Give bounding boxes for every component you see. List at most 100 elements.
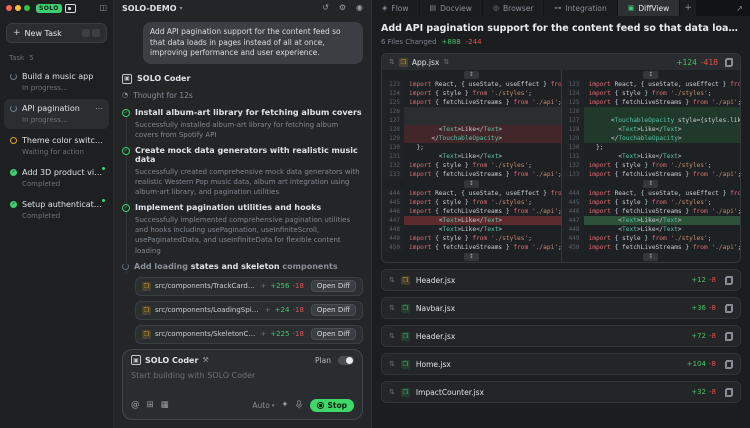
file-icon: ❒ (400, 387, 410, 397)
collapsed-file-row[interactable]: ⇅ ❒ ImpactCounter.jsx +32 -8 (381, 381, 741, 403)
agent-step-title-row[interactable]: ✓ Install album-art library for fetching … (122, 108, 363, 117)
copy-icon[interactable] (725, 331, 733, 341)
settings-icon[interactable]: ⚙ (339, 4, 346, 12)
app-logo-badge[interactable] (64, 3, 76, 13)
agent-step-title-row[interactable]: Add loading states and skeleton componen… (122, 262, 363, 271)
step-title: Create mock data generators with realist… (135, 145, 358, 164)
expand-diff-button[interactable]: ↕ (463, 71, 479, 79)
copy-icon[interactable] (725, 359, 733, 369)
task-sidebar: SOLO ◫ + New Task Task 5 Build a music a… (0, 0, 114, 428)
expand-diff-button[interactable]: ↕ (643, 253, 659, 261)
task-item[interactable]: ✓ Add 3D product viewer Completed (4, 163, 109, 193)
stop-button[interactable]: Stop (310, 399, 354, 412)
collapsed-file-row[interactable]: ⇅ ❒ Header.jsx +12 -8 (381, 269, 741, 291)
expand-handle-icon[interactable]: ⇅ (389, 332, 395, 340)
collapsed-file-row[interactable]: ⇅ ❒ Home.jsx +104 -8 (381, 353, 741, 375)
step-title: Implement pagination utilities and hooks (135, 203, 322, 213)
sidebar-toggle-icon[interactable]: ◫ (99, 4, 107, 12)
open-diff-button[interactable]: Open Diff (310, 328, 356, 341)
tab-flow[interactable]: ◈ Flow (372, 0, 419, 16)
reorder-icon[interactable]: ⇅ (443, 58, 449, 66)
task-item[interactable]: API pagination ⋯ In progress... (4, 99, 109, 129)
task-item[interactable]: Build a music app In progress... (4, 67, 109, 97)
task-item[interactable]: ✓ Setup authentication syste... Completed (4, 195, 109, 225)
tab-docview[interactable]: ▤ Docview (419, 0, 482, 16)
tasks-count: 5 (29, 54, 34, 62)
tab-browser[interactable]: ◎ Browser (482, 0, 544, 16)
line-number: 133 (382, 170, 404, 179)
code-line: 444 import React, { useState, useEffect }… (561, 189, 740, 198)
add-tab-button[interactable]: + (680, 0, 697, 16)
task-list: Build a music app In progress... API pagin… (0, 65, 113, 227)
code-text: <Text>Like</Text> (409, 226, 503, 233)
copy-icon[interactable] (725, 57, 733, 67)
history-icon[interactable]: ↺ (322, 4, 329, 12)
file-name: Home.jsx (415, 359, 451, 369)
expand-diff-button[interactable]: ↕ (463, 253, 479, 261)
task-item[interactable]: Theme color switching Waiting for action (4, 131, 109, 161)
changed-file-card[interactable]: ❒ src/components/LoadingSpinner.jsx++24-1… (135, 300, 363, 320)
expand-handle-icon[interactable]: ⇅ (389, 276, 395, 284)
expand-diff-button[interactable]: ↕ (643, 180, 659, 188)
code-line: 123 import React, { useState, useEffect }… (382, 80, 561, 89)
file-removed-count: -418 (700, 57, 718, 67)
mode-selector[interactable]: Auto ▾ (252, 401, 274, 410)
tab-label: Flow (391, 3, 409, 13)
tab-diffview[interactable]: ▣ DiffView (617, 0, 680, 16)
expand-diff-button[interactable]: ↕ (463, 180, 479, 188)
expand-handle-icon[interactable]: ⇅ (389, 388, 395, 396)
chat-panel: SOLO-DEMO ▾ ↺ ⚙ ◉ Add API pagination sup… (114, 0, 372, 428)
thought-row[interactable]: ◔ Thought for 12s (122, 91, 363, 100)
copy-icon[interactable] (725, 387, 733, 397)
expand-diff-button[interactable]: ↕ (643, 71, 659, 79)
collapse-handle-icon[interactable]: ⇅ (389, 58, 395, 66)
plan-toggle[interactable] (338, 355, 354, 365)
copy-icon[interactable] (725, 275, 733, 285)
agent-header: ▣ SOLO Coder (122, 73, 363, 84)
apps-grid-icon[interactable]: ⊞ (147, 401, 154, 410)
line-number: 450 (561, 243, 584, 252)
code-text: import React, { useState, useEffect } fr… (588, 81, 741, 88)
new-task-button[interactable]: + New Task (6, 23, 107, 43)
composer-input[interactable] (123, 367, 362, 397)
window-zoom-button[interactable] (24, 5, 30, 11)
task-title-row: Build a music app (10, 72, 103, 81)
account-icon[interactable]: ◉ (356, 4, 363, 12)
collapsed-file-row[interactable]: ⇅ ❒ Header.jsx +72 -8 (381, 325, 741, 347)
task-title: Build a music app (22, 72, 94, 81)
task-title-row: Theme color switching (10, 136, 103, 145)
tools-icon[interactable]: ⚒ (202, 356, 208, 364)
agent-step-title-row[interactable]: ✓ Create mock data generators with realis… (122, 146, 363, 164)
code-text: import { fetchLiveStreams } from './api'… (588, 208, 741, 215)
project-selector[interactable]: SOLO-DEMO ▾ (122, 4, 183, 13)
image-icon[interactable]: ▦ (161, 401, 169, 410)
expand-panel-icon[interactable]: ↗ (729, 0, 750, 16)
changed-file-card[interactable]: ❒ src/components/TrackCard.jsx + +256 -18 Ope… (135, 276, 363, 296)
expand-handle-icon[interactable]: ⇅ (389, 304, 395, 312)
spark-icon[interactable]: ✦ (281, 401, 288, 410)
tab-integration[interactable]: ⊶ Integration (544, 0, 617, 16)
line-number: 132 (561, 161, 584, 170)
changed-file-card[interactable]: ❒ src/components/SkeletonCard.jsx ++225-18… (135, 324, 363, 344)
open-diff-button[interactable]: Open Diff (310, 280, 356, 293)
agent-step-title-row[interactable]: ✓ Implement pagination utilities and hook… (122, 203, 363, 213)
task-menu-icon[interactable]: ⋯ (95, 104, 103, 113)
copy-icon[interactable] (725, 303, 733, 313)
mention-icon[interactable]: @ (131, 401, 140, 410)
solo-mode-badge[interactable]: SOLO (36, 3, 62, 13)
new-file-indicator-icon: + (264, 306, 271, 315)
diff-summary: 6 Files Changed +888 -244 (381, 38, 741, 46)
line-number: 449 (561, 234, 584, 243)
added-count: +24 (274, 306, 290, 315)
open-diff-button[interactable]: Open Diff (310, 304, 356, 317)
collapsed-file-row[interactable]: ⇅ ❒ Navbar.jsx +36 -8 (381, 297, 741, 319)
window-close-button[interactable] (6, 5, 12, 11)
line-number: 127 (382, 116, 404, 125)
removed-count: -18 (292, 306, 304, 315)
microphone-icon[interactable] (295, 400, 303, 412)
expand-handle-icon[interactable]: ⇅ (389, 360, 395, 368)
stop-label: Stop (327, 401, 347, 410)
task-status-icon: ✓ (10, 201, 17, 208)
diff-card-header[interactable]: ⇅ ❒ App.jsx ⇅ +124 -418 (382, 54, 740, 70)
window-minimize-button[interactable] (15, 5, 21, 11)
